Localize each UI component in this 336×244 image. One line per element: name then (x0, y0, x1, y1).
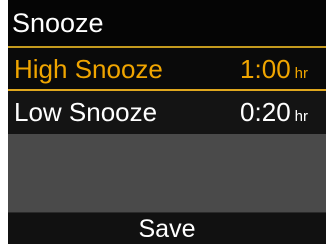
device-screen: Snooze High Snooze 1:00 hr Low Snooze 0:2… (8, 0, 326, 244)
low-snooze-unit: hr (294, 108, 308, 125)
header-bar: Snooze (8, 0, 326, 48)
high-snooze-unit: hr (294, 65, 308, 82)
low-snooze-value: 0:20 hr (240, 96, 308, 133)
high-snooze-value: 1:00 hr (240, 53, 308, 90)
save-button-label: Save (138, 214, 196, 243)
high-snooze-label: High Snooze (14, 54, 163, 84)
page-title: Snooze (12, 8, 104, 38)
high-snooze-row[interactable]: High Snooze 1:00 hr (8, 48, 326, 91)
low-snooze-row[interactable]: Low Snooze 0:20 hr (8, 91, 326, 134)
empty-list-area (8, 134, 326, 212)
low-snooze-label: Low Snooze (14, 97, 158, 127)
save-button[interactable]: Save (8, 212, 326, 244)
high-snooze-time: 1:00 (240, 54, 291, 84)
low-snooze-time: 0:20 (240, 97, 291, 127)
